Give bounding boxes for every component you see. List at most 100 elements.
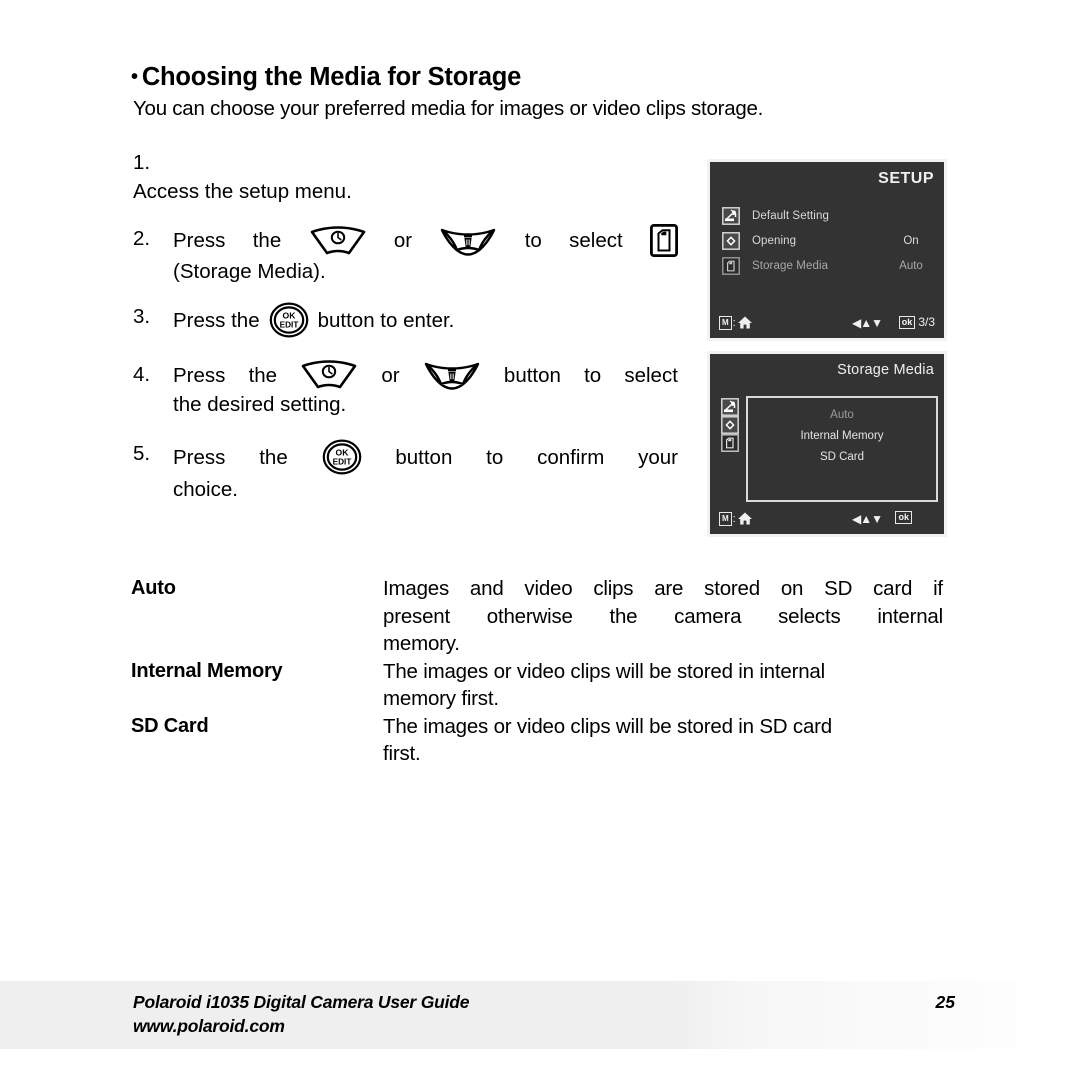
setup-page-count: 3/3 [918, 315, 935, 329]
manual-page: • Choosing the Media for Storage You can … [0, 0, 1080, 1080]
diamond-opening-icon [722, 231, 740, 250]
page-heading: • Choosing the Media for Storage [131, 63, 521, 92]
step-2-word-or: or [393, 229, 413, 252]
ok-badge-icon: ok [895, 511, 912, 524]
bar-colon: : [732, 512, 736, 525]
definition-sd-line-2: first. [383, 742, 421, 765]
step-3-text-after: button to enter. [317, 308, 455, 332]
timer-fan-button-icon [300, 360, 358, 390]
option-item-auto[interactable]: Auto [748, 405, 936, 426]
storage-icon-rail [721, 398, 741, 452]
step-2-number: 2. [133, 227, 151, 250]
storage-bar-arrows: ◀▲▼ [852, 512, 883, 526]
option-item-internal-memory[interactable]: Internal Memory [748, 426, 936, 447]
definition-sd-line-1: The images or video clips will be stored… [383, 714, 832, 738]
setup-bar-arrows: ◀▲▼ [852, 316, 883, 330]
step-4-number: 4. [133, 363, 151, 386]
step-2-line-2: (Storage Media). [173, 260, 326, 283]
heading-text: Choosing the Media for Storage [141, 63, 522, 91]
ok-edit-button-icon: OK EDIT [269, 302, 309, 338]
lcd-screenshot-storage-media: Storage Media Auto Internal Memory SD Ca… [707, 351, 947, 537]
option-item-sd-card[interactable]: SD Card [748, 447, 936, 468]
step-5-word-the: the [259, 445, 288, 469]
definition-term-auto: Auto [131, 577, 176, 599]
menu-label-storage-media: Storage Media [752, 259, 829, 272]
definition-term-sd-card: SD Card [131, 714, 209, 737]
trash-fan-button-icon [423, 360, 481, 390]
lcd-screenshot-setup-menu: SETUP Default Setting Opening On Storage… [707, 159, 947, 341]
step-2-word-the: the [252, 229, 282, 252]
ok-badge-icon: ok [898, 315, 916, 329]
step-4-word-or: or [381, 363, 400, 387]
storage-media-card-icon[interactable] [721, 434, 741, 452]
timer-fan-button-icon [309, 225, 367, 256]
step-5: 5. Press the OK EDIT button to confirm y… [133, 439, 678, 504]
step-2: 2. Press the or to select (Storage Media… [133, 224, 678, 286]
definition-term-internal-memory: Internal Memory [131, 659, 283, 682]
footer-product-title: Polaroid i1035 Digital Camera User Guide [133, 992, 470, 1012]
step-5-word-confirm: confirm [537, 445, 605, 469]
menu-row-opening[interactable]: Opening On [722, 228, 940, 253]
definition-internal-line-2: memory first. [383, 687, 499, 710]
home-icon [737, 315, 753, 330]
home-icon [737, 511, 753, 526]
definition-desc-sd-card: The images or video clips will be stored… [383, 713, 951, 768]
trash-fan-button-icon [439, 226, 497, 256]
intro-paragraph: You can choose your preferred media for … [133, 97, 764, 120]
setup-bar-left: M : [719, 315, 753, 330]
step-4-word-the: the [248, 363, 278, 387]
svg-text:OK: OK [282, 311, 296, 321]
setup-menu-list: Default Setting Opening On Storage Media… [722, 203, 940, 278]
step-2-word-press: Press [173, 229, 226, 252]
step-4-word-button: button [503, 363, 561, 387]
step-5-word-to: to [486, 445, 504, 469]
step-1-number: 1. [133, 151, 151, 174]
menu-value-opening: On [903, 234, 919, 247]
step-3-number: 3. [133, 305, 151, 328]
step-2-word-to: to [524, 229, 542, 252]
bar-colon: : [732, 316, 736, 329]
lcd-setup-status-bar: M : ◀▲▼ ok 3/3 [710, 315, 944, 333]
menu-value-storage-media: Auto [899, 259, 923, 272]
step-5-line-1: Press the OK EDIT button to confirm your [173, 439, 678, 475]
lcd-setup-title: SETUP [878, 170, 934, 187]
step-4: 4. Press the or button to select the des… [133, 360, 678, 419]
step-5-number: 5. [133, 442, 151, 465]
definition-row-auto: Auto Images and video clips are stored on SD car… [131, 575, 951, 658]
step-1: 1. Access the setup menu. [133, 148, 663, 206]
wrench-default-setting-icon[interactable] [721, 398, 741, 416]
menu-label-default-setting: Default Setting [752, 209, 829, 222]
footer-website: www.polaroid.com [133, 1016, 285, 1036]
step-3-text-before: Press the [173, 308, 260, 332]
step-4-line-2: the desired setting. [173, 393, 347, 416]
step-4-word-to: to [584, 363, 602, 387]
storage-bar-left: M : [719, 511, 753, 526]
svg-text:EDIT: EDIT [332, 457, 351, 466]
step-4-word-select: select [624, 363, 678, 387]
svg-text:OK: OK [335, 448, 349, 458]
step-4-word-press: Press [173, 363, 226, 387]
step-2-line-1: Press the or to select [173, 224, 678, 257]
ok-edit-button-icon: OK EDIT [322, 439, 362, 475]
storage-bar-right: ok [895, 511, 912, 524]
footer-page-number: 25 [935, 992, 955, 1012]
svg-text:EDIT: EDIT [279, 320, 298, 329]
menu-row-default-setting[interactable]: Default Setting [722, 203, 940, 228]
definition-internal-line-1: The images or video clips will be stored… [383, 659, 825, 683]
definition-auto-line-2: present otherwise the camera selects internal [383, 604, 943, 628]
storage-options-definition-list: Auto Images and video clips are stored on SD car… [131, 575, 951, 768]
setup-bar-right: ok 3/3 [898, 315, 935, 329]
storage-option-box: Auto Internal Memory SD Card [746, 396, 938, 502]
step-2-word-select: select [569, 229, 623, 252]
menu-label-opening: Opening [752, 234, 797, 247]
step-4-line-1: Press the or button to select [173, 360, 678, 390]
menu-row-storage-media[interactable]: Storage Media Auto [722, 253, 940, 278]
step-5-word-press: Press [173, 445, 226, 469]
definition-row-sd-card: SD Card The images or video clips will b… [131, 713, 951, 768]
lcd-storage-status-bar: M : ◀▲▼ ok [710, 511, 944, 529]
storage-media-card-icon [722, 256, 740, 275]
step-1-text: Access the setup menu. [133, 180, 352, 203]
diamond-opening-icon[interactable] [721, 416, 741, 434]
definition-desc-auto: Images and video clips are stored on SD card if p… [383, 575, 951, 658]
lcd-storage-title: Storage Media [837, 362, 934, 378]
